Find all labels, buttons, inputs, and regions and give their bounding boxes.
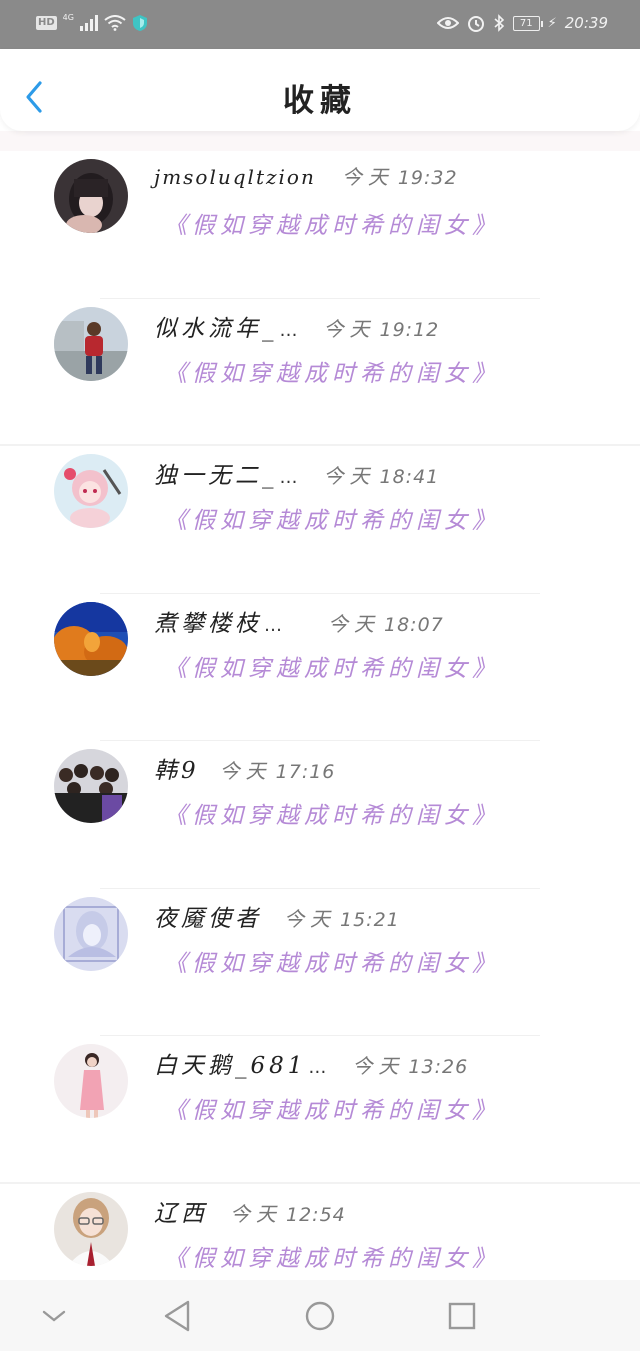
- nickname[interactable]: 夜魇使者: [154, 899, 262, 933]
- list-item[interactable]: 韩9 今天 17:16 《假如穿越成时希的闺女》: [0, 741, 640, 889]
- eye-icon: [436, 17, 459, 29]
- shield-icon: [132, 15, 147, 31]
- avatar-image: [54, 454, 128, 528]
- bluetooth-icon: [494, 14, 505, 32]
- wifi-icon: [104, 15, 126, 31]
- avatar-image: [54, 1044, 128, 1118]
- avatar[interactable]: [54, 749, 128, 823]
- list-item[interactable]: 似水流年_… 今天 19:12 《假如穿越成时希的闺女》: [0, 299, 640, 446]
- avatar-image: [54, 306, 128, 381]
- list-item[interactable]: 白天鹅_681… 今天 13:26 《假如穿越成时希的闺女》: [0, 1036, 640, 1184]
- day-label: 今天: [328, 611, 380, 636]
- time-value: 13:26: [408, 1056, 469, 1078]
- list-item[interactable]: 独一无二_… 今天 18:41 《假如穿越成时希的闺女》: [0, 446, 640, 594]
- hd-badge: HD: [36, 16, 57, 30]
- charging-icon: ⚡: [547, 15, 557, 31]
- header: 收藏: [0, 49, 640, 131]
- avatar[interactable]: [54, 306, 128, 381]
- battery-indicator: 71: [512, 15, 543, 31]
- avatar-image: [54, 601, 128, 676]
- ellipsis: …: [308, 1057, 327, 1078]
- status-right: 71 ⚡ 20:39: [436, 14, 608, 32]
- list-item[interactable]: jmsoluqltzion 今天 19:32 《假如穿越成时希的闺女》: [0, 151, 640, 299]
- nav-collapse-button[interactable]: [34, 1298, 74, 1334]
- book-title-link[interactable]: 《假如穿越成时希的闺女》: [164, 1091, 500, 1125]
- signal-icon: [79, 15, 98, 31]
- time-value: 19:12: [379, 318, 440, 341]
- time-value: 12:54: [286, 1203, 346, 1226]
- status-time: 20:39: [564, 14, 608, 32]
- time-value: 18:41: [379, 466, 440, 488]
- day-label: 今天: [230, 1201, 282, 1226]
- avatar-image: [54, 749, 128, 823]
- avatar[interactable]: [54, 1044, 128, 1118]
- square-recent-icon: [448, 1302, 476, 1330]
- name-line: 似水流年_… 今天 19:12: [154, 309, 439, 343]
- favorites-list: jmsoluqltzion 今天 19:32 《假如穿越成时希的闺女》 似水流年…: [0, 151, 640, 1331]
- book-title-link[interactable]: 《假如穿越成时希的闺女》: [164, 944, 500, 978]
- triangle-back-icon: [164, 1300, 190, 1332]
- nickname[interactable]: 似水流年_: [154, 309, 278, 343]
- avatar[interactable]: [54, 1191, 128, 1266]
- day-label: 今天: [219, 759, 272, 783]
- nickname[interactable]: 独一无二_: [154, 456, 278, 490]
- book-title-link[interactable]: 《假如穿越成时希的闺女》: [164, 206, 500, 240]
- book-title-link[interactable]: 《假如穿越成时希的闺女》: [164, 501, 500, 535]
- time-value: 18:07: [384, 613, 444, 636]
- avatar[interactable]: [54, 896, 128, 971]
- day-label: 今天: [323, 316, 376, 341]
- status-left: HD 4G: [36, 12, 148, 32]
- avatar-image: [54, 896, 128, 971]
- list-item[interactable]: 夜魇使者 今天 15:21 《假如穿越成时希的闺女》: [0, 889, 640, 1036]
- nav-back-button[interactable]: [158, 1298, 198, 1334]
- name-line: 白天鹅_681… 今天 13:26: [154, 1046, 468, 1080]
- network-type: 4G: [62, 12, 74, 22]
- name-line: 夜魇使者 今天 15:21: [154, 899, 400, 933]
- book-title-link[interactable]: 《假如穿越成时希的闺女》: [164, 1239, 500, 1273]
- name-line: 独一无二_… 今天 18:41: [154, 456, 439, 490]
- status-bar: HD 4G 71 ⚡ 20:39: [0, 0, 640, 49]
- avatar-image: [54, 1191, 128, 1266]
- book-title-link[interactable]: 《假如穿越成时希的闺女》: [164, 354, 500, 388]
- name-line: jmsoluqltzion 今天 19:32: [154, 161, 458, 190]
- day-label: 今天: [352, 1054, 405, 1078]
- day-label: 今天: [284, 906, 336, 931]
- nickname[interactable]: 白天鹅_681: [154, 1046, 306, 1080]
- name-line: 煮攀楼枝… 今天 18:07: [154, 604, 444, 638]
- name-line: 韩9 今天 17:16: [154, 751, 335, 785]
- avatar[interactable]: [54, 601, 128, 676]
- avatar[interactable]: [54, 159, 128, 233]
- avatar[interactable]: [54, 454, 128, 528]
- name-line: 辽西 今天 12:54: [154, 1194, 346, 1228]
- system-nav-bar: [0, 1280, 640, 1351]
- nickname[interactable]: 韩9: [154, 751, 200, 785]
- alarm-icon: [467, 16, 484, 32]
- avatar-image: [54, 159, 128, 233]
- book-title-link[interactable]: 《假如穿越成时希的闺女》: [164, 796, 500, 830]
- time-value: 19:32: [397, 167, 458, 189]
- header-gap: [0, 131, 640, 151]
- list-item[interactable]: 煮攀楼枝… 今天 18:07 《假如穿越成时希的闺女》: [0, 594, 640, 741]
- nickname[interactable]: 辽西: [154, 1194, 208, 1228]
- ellipsis: …: [279, 467, 298, 488]
- nickname[interactable]: 煮攀楼枝: [154, 604, 262, 638]
- chevron-down-icon: [42, 1310, 66, 1322]
- time-value: 15:21: [340, 908, 400, 931]
- nav-recent-button[interactable]: [442, 1298, 482, 1334]
- ellipsis: …: [264, 614, 282, 636]
- nav-home-button[interactable]: [300, 1298, 340, 1334]
- day-label: 今天: [323, 464, 376, 488]
- time-value: 17:16: [275, 761, 336, 783]
- ellipsis: …: [279, 319, 298, 341]
- circle-home-icon: [305, 1301, 335, 1331]
- book-title-link[interactable]: 《假如穿越成时希的闺女》: [164, 649, 500, 683]
- page-title: 收藏: [283, 83, 357, 119]
- day-label: 今天: [341, 165, 394, 189]
- nickname[interactable]: jmsoluqltzion: [154, 165, 316, 189]
